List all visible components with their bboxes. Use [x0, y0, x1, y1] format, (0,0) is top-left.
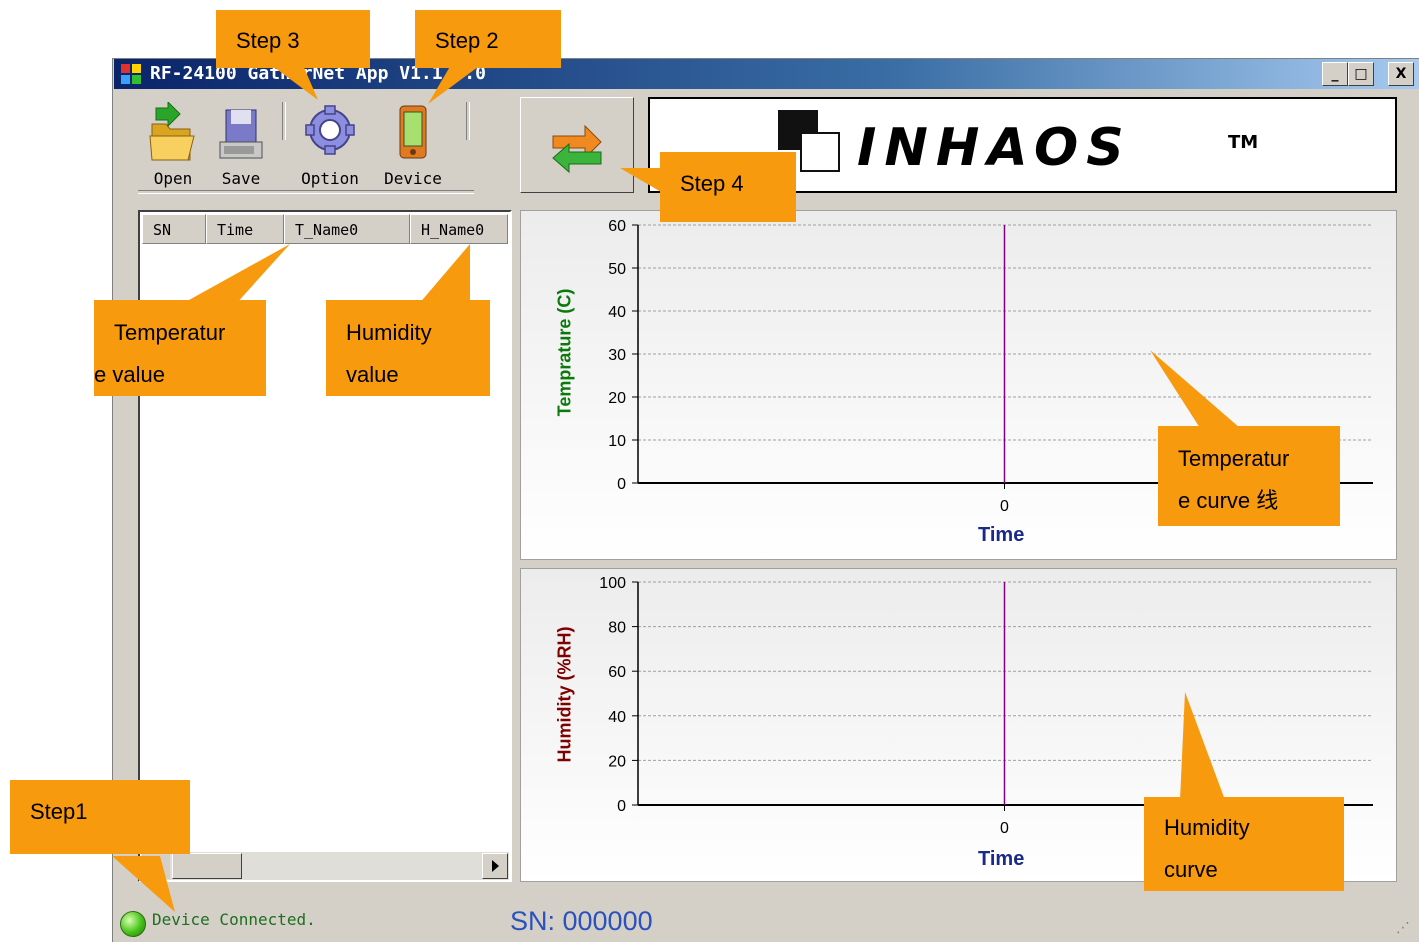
temp-curve-pointer — [1150, 350, 1240, 428]
callout-step4: Step 4 — [660, 152, 796, 222]
callout-humidity-curve: Humidity curve — [1144, 797, 1344, 891]
callout-temperature-curve-line1: Temperatur — [1178, 446, 1290, 471]
callout-temperature-value-line2: e value — [94, 362, 165, 387]
callout-humidity-value-line1: Humidity — [346, 320, 432, 345]
step1-pointer — [112, 856, 175, 912]
callout-temperature-curve: Temperatur e curve 线 — [1158, 426, 1340, 526]
callout-temperature-value: Temperatur e value — [94, 300, 266, 396]
callout-humidity-curve-line2: curve — [1164, 857, 1218, 882]
humidity-value-pointer — [418, 244, 470, 305]
callout-humidity-value: Humidity value — [326, 300, 490, 396]
callout-step1: Step1 — [10, 780, 190, 854]
callout-step3: Step 3 — [216, 10, 370, 68]
callout-humidity-curve-line1: Humidity — [1164, 815, 1250, 840]
callout-temperature-curve-line2: e curve 线 — [1178, 488, 1279, 513]
callout-humidity-value-line2: value — [346, 362, 399, 387]
callout-temperature-value-line1: Temperatur — [114, 320, 226, 345]
callout-step2: Step 2 — [415, 10, 561, 68]
temp-value-pointer — [180, 244, 290, 305]
humidity-curve-pointer — [1180, 692, 1225, 800]
